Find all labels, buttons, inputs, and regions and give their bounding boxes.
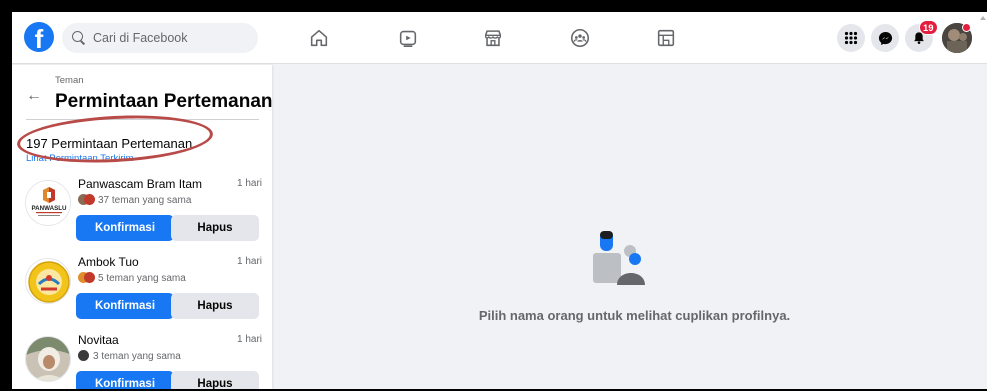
friend-request-item[interactable]: PANWASLU Panwascam Bram Itam 1 hari 37 t…: [12, 174, 272, 252]
mutual-friends-avatars: [78, 272, 95, 284]
emblem-image: [26, 259, 70, 303]
gaming-icon[interactable]: [655, 27, 677, 49]
delete-button[interactable]: Hapus: [171, 293, 259, 319]
friend-requests-sidebar: ← Teman Permintaan Pertemanan 197 Permin…: [12, 65, 273, 389]
svg-text:PANWASLU: PANWASLU: [32, 205, 67, 212]
facebook-logo-icon[interactable]: f: [24, 22, 54, 52]
messenger-icon: [878, 31, 892, 45]
watch-icon[interactable]: [397, 27, 419, 49]
mutual-friends: 37 teman yang sama: [78, 194, 191, 206]
delete-button[interactable]: Hapus: [171, 215, 259, 241]
mutual-friends-text: 3 teman yang sama: [93, 350, 181, 362]
request-time: 1 hari: [236, 178, 262, 189]
messenger-button[interactable]: [871, 24, 899, 52]
request-avatar[interactable]: [25, 258, 71, 304]
mutual-friends-avatars: [78, 194, 95, 206]
mutual-friends-text: 5 teman yang sama: [98, 272, 186, 284]
panwaslu-logo: PANWASLU: [26, 181, 70, 225]
search-input[interactable]: [93, 31, 243, 45]
marketplace-icon[interactable]: [482, 27, 504, 49]
browser-viewport: f Cari di Facebook 19 ← Teman Permintaan…: [12, 12, 987, 389]
empty-state-illustration: [589, 229, 649, 285]
request-name[interactable]: Panwascam Bram Itam: [78, 177, 202, 191]
mutual-friends: 3 teman yang sama: [78, 350, 181, 362]
confirm-button[interactable]: Konfirmasi: [76, 371, 174, 389]
empty-state-message: Pilih nama orang untuk melihat cuplikan …: [478, 308, 791, 323]
request-name[interactable]: Novitaa: [78, 333, 119, 347]
request-time: 1 hari: [236, 334, 262, 345]
delete-button[interactable]: Hapus: [171, 371, 259, 389]
breadcrumb[interactable]: Teman: [55, 75, 84, 86]
mutual-friends-text: 37 teman yang sama: [98, 194, 192, 206]
home-icon[interactable]: [308, 27, 330, 49]
request-name[interactable]: Ambok Tuo: [78, 255, 139, 269]
mutual-friends: 5 teman yang sama: [78, 272, 186, 284]
confirm-button[interactable]: Konfirmasi: [76, 293, 174, 319]
search-box[interactable]: [62, 23, 258, 53]
profile-photo: [26, 337, 70, 381]
groups-icon[interactable]: [569, 27, 591, 49]
request-time: 1 hari: [236, 256, 262, 267]
top-navigation-bar: f Cari di Facebook 19: [12, 12, 987, 64]
friend-request-item[interactable]: Ambok Tuo 1 hari 5 teman yang sama Konfi…: [12, 252, 272, 330]
mutual-friends-avatars: [78, 350, 90, 362]
scrollbar-up-arrow[interactable]: [979, 12, 987, 26]
request-avatar[interactable]: [25, 336, 71, 382]
notification-count-badge: 19: [919, 20, 938, 35]
menu-grid-icon: [844, 31, 858, 45]
back-arrow-icon[interactable]: ←: [26, 87, 42, 105]
confirm-button[interactable]: Konfirmasi: [76, 215, 174, 241]
search-icon: [72, 31, 86, 45]
menu-button[interactable]: [837, 24, 865, 52]
page-title: Permintaan Pertemanan: [55, 91, 273, 112]
unread-dot: [962, 23, 971, 32]
request-avatar[interactable]: PANWASLU: [25, 180, 71, 226]
friend-request-item[interactable]: Novitaa 1 hari 3 teman yang sama Konfirm…: [12, 330, 272, 389]
